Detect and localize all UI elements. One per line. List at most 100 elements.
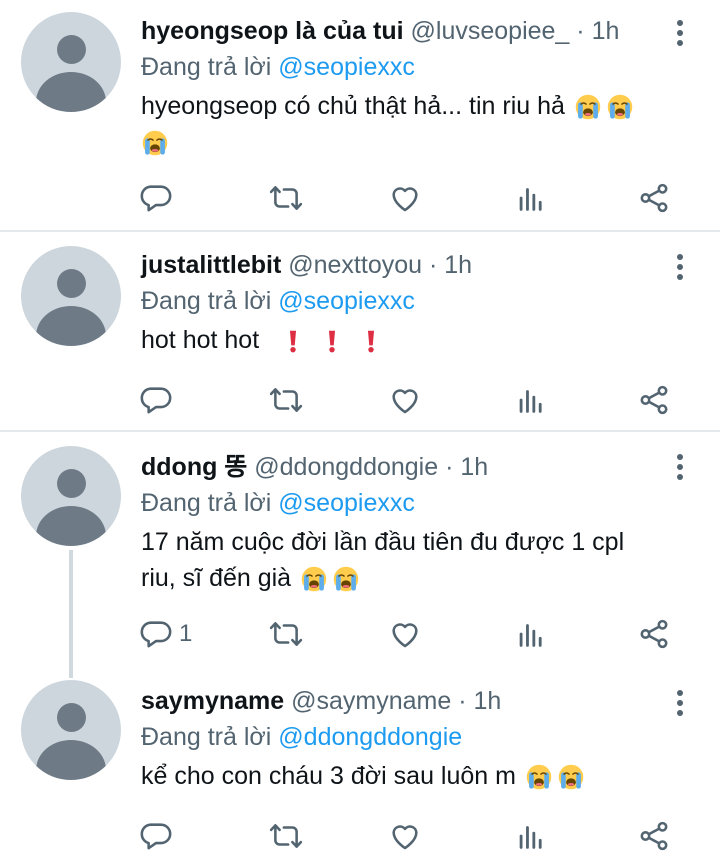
views-button[interactable] bbox=[514, 180, 548, 216]
replying-to: Đang trả lời @seopiexxc bbox=[141, 488, 690, 518]
tweet-text-body: kể cho con cháu 3 đời sau luôn m bbox=[141, 762, 516, 790]
views-icon bbox=[514, 181, 548, 215]
tweet-text: hyeongseop có chủ thật hả... tin riu hả bbox=[141, 88, 690, 160]
tweet-header: hyeongseop là của tui @luvseopiee_ · 1h bbox=[141, 16, 690, 46]
separator-dot: · bbox=[445, 453, 454, 481]
reply-mention-link[interactable]: @seopiexxc bbox=[278, 53, 415, 81]
tweet-header: justalittlebit @nexttoyou · 1h bbox=[141, 250, 690, 280]
like-icon bbox=[388, 181, 422, 215]
tweet-text: kể cho con cháu 3 đời sau luôn m bbox=[141, 758, 690, 794]
share-button[interactable] bbox=[637, 616, 671, 652]
share-button[interactable] bbox=[637, 180, 671, 216]
avatar[interactable] bbox=[21, 680, 121, 780]
tweet-text-line-1: 17 năm cuộc đời lần đầu tiên đu được 1 c… bbox=[141, 528, 625, 556]
replying-to-label: Đang trả lời bbox=[141, 287, 272, 315]
views-button[interactable] bbox=[514, 818, 548, 854]
more-options-icon[interactable] bbox=[677, 454, 683, 480]
user-handle[interactable]: @saymyname bbox=[291, 687, 451, 715]
user-handle[interactable]: @nexttoyou bbox=[288, 251, 422, 279]
views-button[interactable] bbox=[514, 382, 548, 418]
tweet-3[interactable]: ddong 똥 @ddongddongie · 1h Đang trả lời … bbox=[0, 432, 720, 668]
loudly-crying-face-icon bbox=[574, 93, 602, 121]
display-name[interactable]: justalittlebit bbox=[141, 251, 281, 279]
retweet-icon bbox=[269, 181, 303, 215]
replying-to-label: Đang trả lời bbox=[141, 723, 272, 751]
timestamp[interactable]: 1h bbox=[592, 17, 620, 45]
loudly-crying-face-icon bbox=[332, 565, 360, 593]
views-icon bbox=[514, 819, 548, 853]
tweet-2[interactable]: justalittlebit @nexttoyou · 1h Đang trả … bbox=[0, 232, 720, 430]
replying-to-label: Đang trả lời bbox=[141, 53, 272, 81]
tweet-1[interactable]: hyeongseop là của tui @luvseopiee_ · 1h … bbox=[0, 0, 720, 230]
avatar[interactable] bbox=[21, 246, 121, 346]
avatar[interactable] bbox=[21, 12, 121, 112]
display-name[interactable]: hyeongseop là của tui bbox=[141, 17, 404, 45]
action-bar bbox=[0, 818, 720, 858]
tweet-header: ddong 똥 @ddongddongie · 1h bbox=[141, 452, 690, 482]
user-handle[interactable]: @ddongddongie bbox=[254, 453, 438, 481]
tweet-text: 17 năm cuộc đời lần đầu tiên đu được 1 c… bbox=[141, 524, 690, 596]
reply-button[interactable]: 1 bbox=[139, 616, 192, 652]
reply-button[interactable] bbox=[139, 818, 179, 854]
avatar[interactable] bbox=[21, 446, 121, 546]
separator-dot: · bbox=[458, 687, 467, 715]
replying-to: Đang trả lời @seopiexxc bbox=[141, 52, 690, 82]
exclamation-mark-icon bbox=[280, 326, 306, 356]
more-options-icon[interactable] bbox=[677, 254, 683, 280]
reply-icon bbox=[139, 819, 173, 853]
reply-icon bbox=[139, 383, 173, 417]
timestamp[interactable]: 1h bbox=[444, 251, 472, 279]
like-button[interactable] bbox=[388, 616, 422, 652]
share-button[interactable] bbox=[637, 818, 671, 854]
loudly-crying-face-icon bbox=[141, 129, 169, 157]
tweet-text-line-2: riu, sĩ đến già bbox=[141, 564, 292, 592]
action-bar bbox=[0, 180, 720, 220]
like-icon bbox=[388, 819, 422, 853]
like-button[interactable] bbox=[388, 180, 422, 216]
reply-mention-link[interactable]: @seopiexxc bbox=[278, 287, 415, 315]
action-bar: 1 bbox=[0, 616, 720, 656]
like-button[interactable] bbox=[388, 818, 422, 854]
loudly-crying-face-icon bbox=[300, 565, 328, 593]
retweet-button[interactable] bbox=[269, 180, 303, 216]
retweet-button[interactable] bbox=[269, 616, 303, 652]
retweet-button[interactable] bbox=[269, 818, 303, 854]
timestamp[interactable]: 1h bbox=[460, 453, 488, 481]
share-icon bbox=[637, 383, 671, 417]
exclamation-mark-icon bbox=[358, 326, 384, 356]
tweet-4[interactable]: saymyname @saymyname · 1h Đang trả lời @… bbox=[0, 668, 720, 868]
views-icon bbox=[514, 617, 548, 651]
separator-dot: · bbox=[576, 17, 585, 45]
views-button[interactable] bbox=[514, 616, 548, 652]
tweet-text-body: hot hot hot bbox=[141, 326, 260, 354]
share-icon bbox=[637, 617, 671, 651]
more-options-icon[interactable] bbox=[677, 20, 683, 46]
like-icon bbox=[388, 617, 422, 651]
replying-to: Đang trả lời @seopiexxc bbox=[141, 286, 690, 316]
like-button[interactable] bbox=[388, 382, 422, 418]
reply-mention-link[interactable]: @seopiexxc bbox=[278, 489, 415, 517]
replying-to-label: Đang trả lời bbox=[141, 489, 272, 517]
reply-mention-link[interactable]: @ddongddongie bbox=[278, 723, 462, 751]
loudly-crying-face-icon bbox=[557, 763, 585, 791]
timestamp[interactable]: 1h bbox=[474, 687, 502, 715]
loudly-crying-face-icon bbox=[525, 763, 553, 791]
retweet-icon bbox=[269, 383, 303, 417]
tweet-text-body: hyeongseop có chủ thật hả... tin riu hả bbox=[141, 92, 565, 120]
reply-button[interactable] bbox=[139, 382, 179, 418]
exclamation-mark-icon bbox=[319, 326, 345, 356]
share-button[interactable] bbox=[637, 382, 671, 418]
reply-count: 1 bbox=[179, 620, 193, 647]
display-name[interactable]: ddong 똥 bbox=[141, 453, 247, 481]
views-icon bbox=[514, 383, 548, 417]
user-handle[interactable]: @luvseopiee_ bbox=[411, 17, 570, 45]
tweet-text: hot hot hot bbox=[141, 322, 690, 358]
retweet-button[interactable] bbox=[269, 382, 303, 418]
reply-button[interactable] bbox=[139, 180, 179, 216]
display-name[interactable]: saymyname bbox=[141, 687, 284, 715]
more-options-icon[interactable] bbox=[677, 690, 683, 716]
loudly-crying-face-icon bbox=[606, 93, 634, 121]
share-icon bbox=[637, 181, 671, 215]
tweet-header: saymyname @saymyname · 1h bbox=[141, 686, 690, 716]
replying-to: Đang trả lời @ddongddongie bbox=[141, 722, 690, 752]
